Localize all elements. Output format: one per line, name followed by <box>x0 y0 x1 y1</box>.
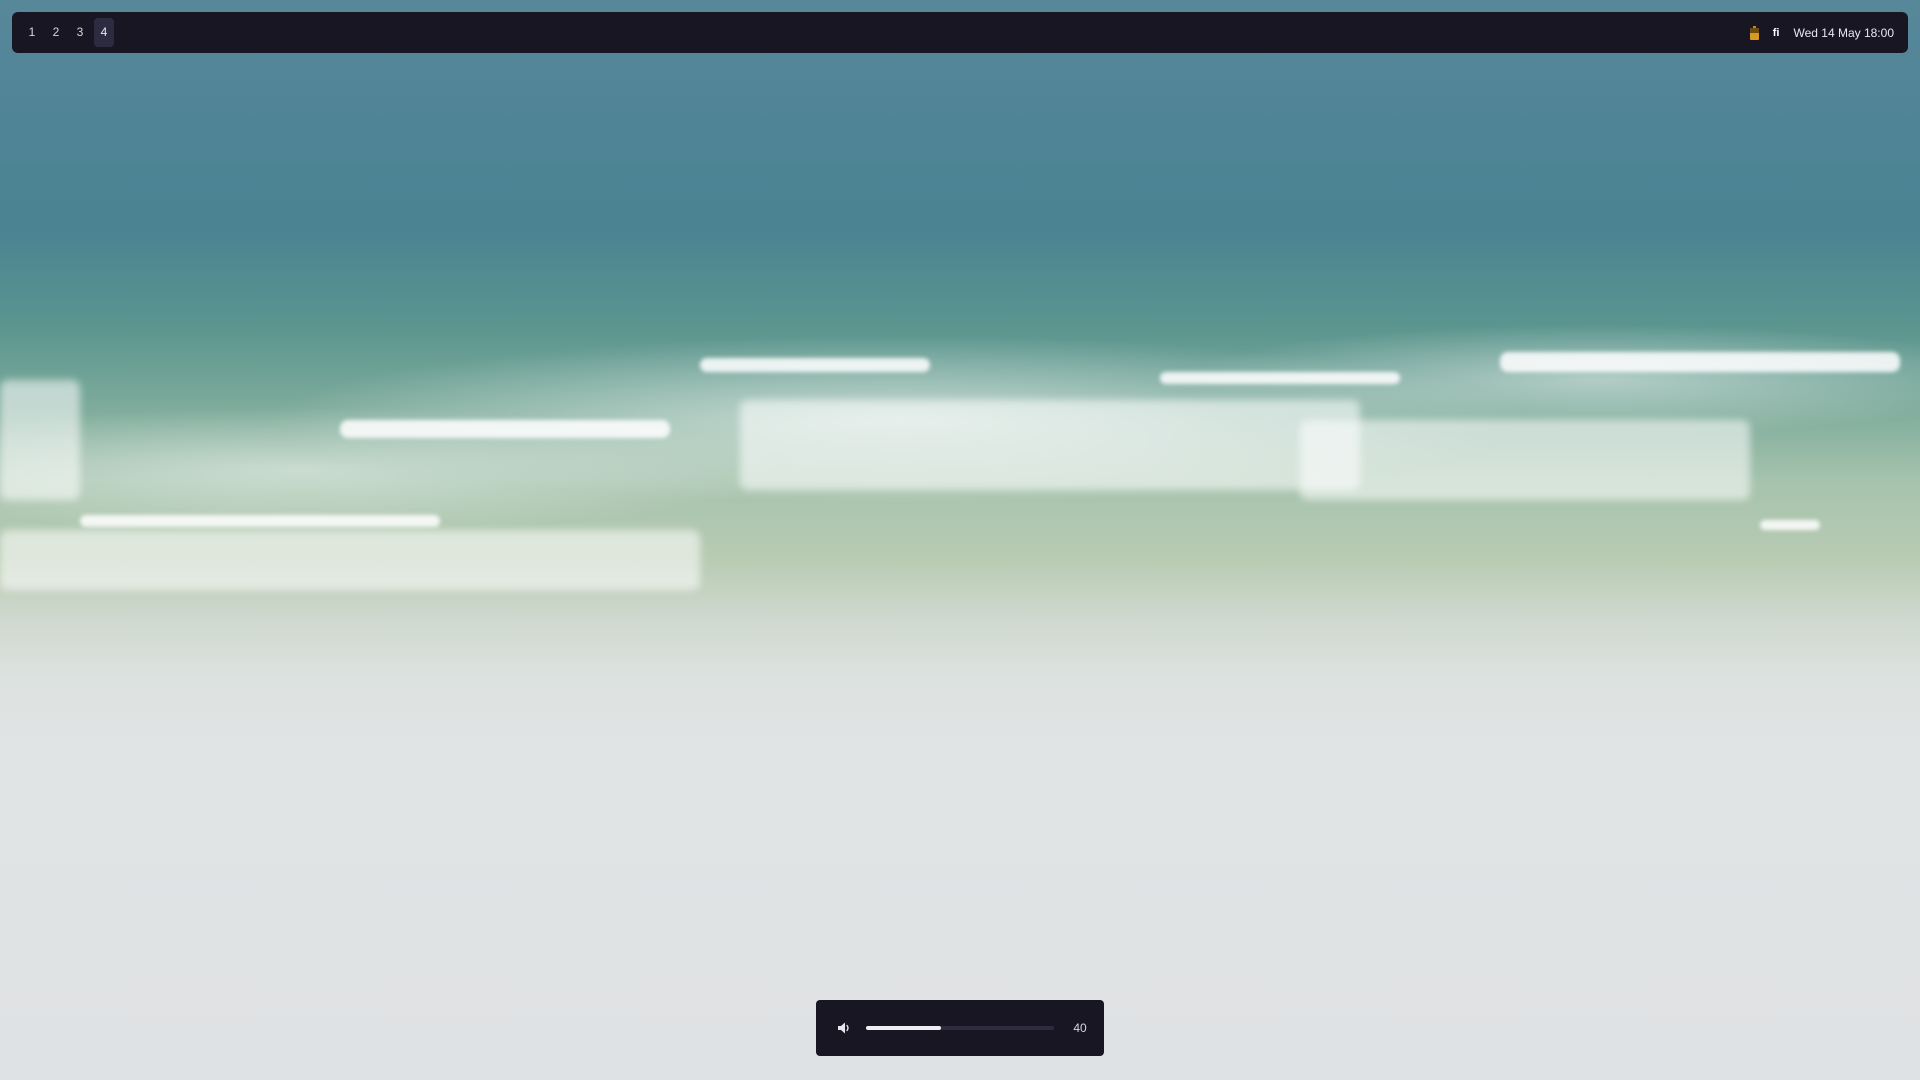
workspace-3-button[interactable]: 3 <box>70 18 90 47</box>
wave-foam <box>0 530 700 590</box>
volume-osd: 40 <box>816 1000 1104 1056</box>
speaker-icon <box>838 1022 849 1034</box>
wave-foam <box>1300 420 1750 500</box>
volume-slider[interactable] <box>866 1026 1054 1030</box>
wave-foam <box>1760 520 1820 530</box>
battery-icon[interactable] <box>1749 25 1759 40</box>
wave-foam <box>80 515 440 527</box>
wave-foam <box>740 400 1360 490</box>
top-panel: 1 2 3 4 fi Wed 14 May 18:00 <box>12 12 1908 53</box>
volume-value: 40 <box>1073 1021 1087 1035</box>
wave-foam <box>340 420 670 438</box>
battery-body <box>1749 27 1759 40</box>
desktop-wallpaper <box>0 0 1920 1080</box>
workspace-1-button[interactable]: 1 <box>22 18 42 47</box>
workspace-4-button[interactable]: 4 <box>94 18 114 47</box>
wave-foam <box>1160 372 1400 384</box>
workspace-switcher: 1 2 3 4 <box>22 18 114 47</box>
workspace-2-button[interactable]: 2 <box>46 18 66 47</box>
wave-foam <box>1500 352 1900 372</box>
clock[interactable]: Wed 14 May 18:00 <box>1793 26 1894 40</box>
volume-slider-fill <box>866 1026 942 1030</box>
wave-foam <box>700 358 930 372</box>
keyboard-layout-indicator[interactable]: fi <box>1773 27 1780 39</box>
system-tray: fi Wed 14 May 18:00 <box>1749 12 1894 53</box>
wave-foam <box>0 380 80 500</box>
